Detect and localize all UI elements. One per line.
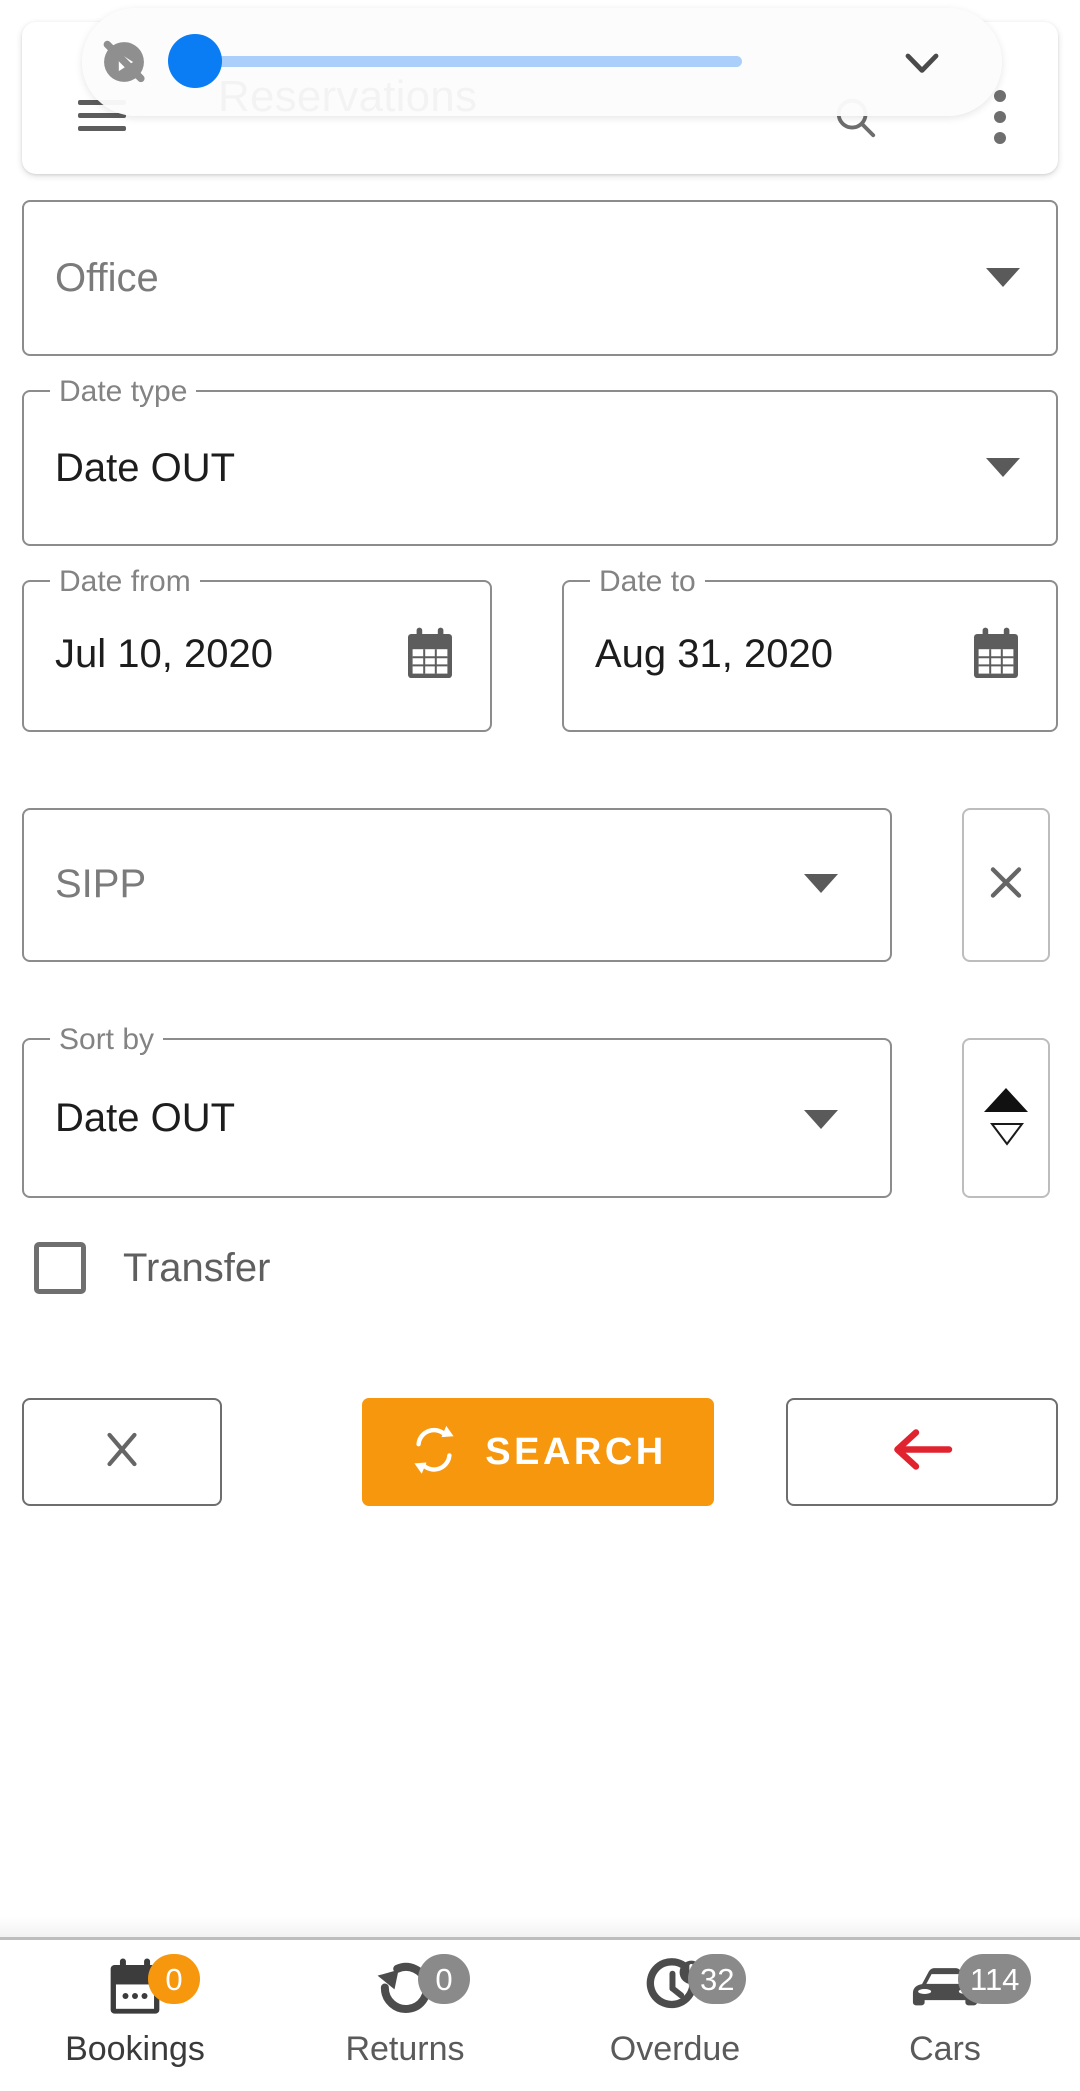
arrow-left-icon	[891, 1427, 953, 1478]
date-to-value: Aug 31, 2020	[595, 632, 833, 676]
nav-icon-wrap: 0	[340, 1954, 470, 2024]
date-from-value: Jul 10, 2020	[55, 632, 273, 676]
clear-sipp-button[interactable]	[962, 808, 1050, 962]
date-type-select[interactable]: Date type Date OUT	[22, 375, 1058, 546]
volume-slider-thumb[interactable]	[168, 34, 222, 88]
transfer-checkbox[interactable]	[34, 1242, 86, 1294]
sipp-select-value: SIPP	[55, 862, 147, 906]
overflow-dot	[994, 111, 1006, 123]
nav-icon-wrap: 32	[610, 1954, 747, 2024]
search-button[interactable]: SEARCH	[362, 1398, 714, 1506]
bottom-navigation-bar: 0 Bookings 0 Returns 32 Overdue 114 Cars	[0, 1940, 1080, 2091]
nav-icon-wrap: 114	[880, 1954, 1032, 2024]
sort-by-select[interactable]: Sort by Date OUT	[22, 1023, 892, 1198]
hamburger-line	[78, 126, 126, 131]
date-type-label: Date type	[50, 375, 197, 409]
clear-filters-button[interactable]	[22, 1398, 222, 1506]
office-select-value: Office	[55, 256, 159, 300]
date-to-label: Date to	[590, 565, 705, 599]
calendar-icon[interactable]	[404, 626, 456, 682]
caret-down-icon	[986, 268, 1020, 287]
sort-descending-icon	[990, 1122, 1024, 1146]
nav-item-cars[interactable]: 114 Cars	[810, 1940, 1080, 2091]
nav-label-returns: Returns	[345, 2030, 465, 2068]
nav-item-returns[interactable]: 0 Returns	[270, 1940, 540, 2091]
office-select[interactable]: Office	[22, 200, 1058, 356]
nav-item-overdue[interactable]: 32 Overdue	[540, 1940, 810, 2091]
nav-badge-cars: 114	[958, 1954, 1032, 2004]
caret-down-icon	[804, 874, 838, 893]
nav-label-overdue: Overdue	[609, 2030, 741, 2068]
overflow-dot	[994, 90, 1006, 102]
nav-icon-wrap: 0	[70, 1954, 200, 2024]
sort-by-label: Sort by	[50, 1023, 164, 1057]
system-volume-overlay	[82, 8, 1002, 116]
search-button-label: SEARCH	[485, 1430, 667, 1473]
sort-ascending-icon	[984, 1088, 1028, 1112]
sort-direction-button[interactable]	[962, 1038, 1050, 1198]
caret-down-icon	[986, 458, 1020, 477]
sipp-select[interactable]: SIPP	[22, 808, 892, 962]
back-button[interactable]	[786, 1398, 1058, 1506]
transfer-label: Transfer	[123, 1245, 271, 1290]
date-from-label: Date from	[50, 565, 200, 599]
nav-label-bookings: Bookings	[65, 2030, 205, 2068]
date-from-field[interactable]: Date from Jul 10, 2020	[22, 565, 492, 732]
calendar-icon[interactable]	[970, 626, 1022, 682]
overflow-dot	[994, 132, 1006, 144]
sort-by-value: Date OUT	[55, 1096, 236, 1140]
volume-slider-track[interactable]	[182, 56, 742, 67]
transfer-checkbox-row[interactable]: Transfer	[34, 1242, 270, 1294]
bottom-nav-shadow	[0, 1916, 1080, 1938]
hamburger-line	[78, 113, 126, 118]
close-x-icon	[97, 1425, 147, 1480]
ringer-muted-icon[interactable]	[98, 36, 150, 88]
close-x-icon	[982, 859, 1030, 912]
date-to-field[interactable]: Date to Aug 31, 2020	[562, 565, 1058, 732]
date-type-value: Date OUT	[55, 446, 236, 490]
nav-badge-returns: 0	[418, 1954, 470, 2004]
nav-label-cars: Cars	[909, 2030, 981, 2068]
chevron-down-icon[interactable]	[896, 38, 948, 86]
nav-item-bookings[interactable]: 0 Bookings	[0, 1940, 270, 2091]
overflow-menu-icon[interactable]	[994, 90, 1006, 144]
nav-badge-overdue: 32	[688, 1954, 747, 2004]
caret-down-icon	[804, 1110, 838, 1129]
nav-badge-bookings: 0	[148, 1954, 200, 2004]
refresh-sync-icon	[409, 1422, 459, 1483]
